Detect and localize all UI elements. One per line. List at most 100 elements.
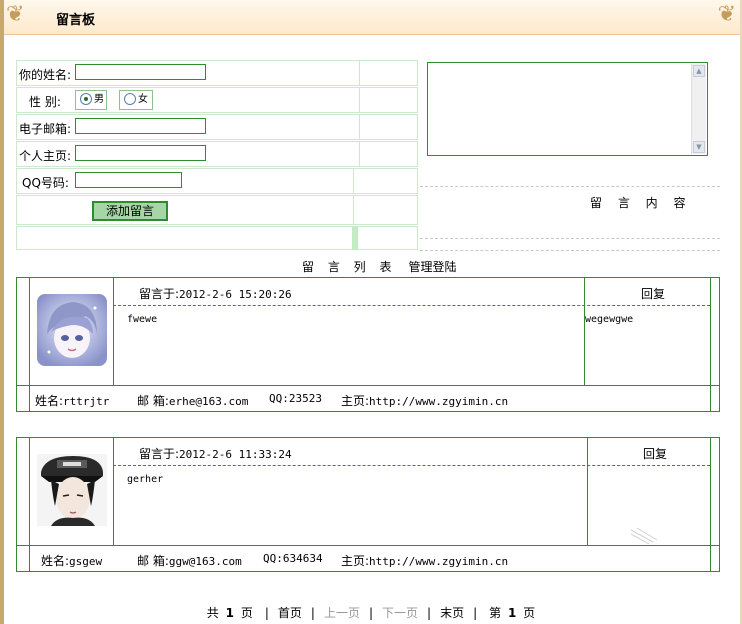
divider-dashed xyxy=(420,250,720,251)
separator: | xyxy=(310,606,315,620)
homepage-label: 个人主页: xyxy=(19,149,72,163)
email-label: 邮 箱: xyxy=(137,394,169,408)
name-input[interactable] xyxy=(75,64,206,80)
qq-input[interactable] xyxy=(75,172,182,188)
email-value: ggw@163.com xyxy=(168,555,242,568)
textarea-scrollbar[interactable]: ▲ ▼ xyxy=(691,64,706,154)
time-value: 2012-2-6 15:20:26 xyxy=(179,288,292,301)
message-homepage: 主页:http://www.zgyimin.cn xyxy=(341,392,508,409)
message-content-label: 留 言 内 容 xyxy=(590,196,692,210)
message-content-textarea[interactable]: ▲ ▼ xyxy=(427,62,708,156)
message-card: 留言于:2012-2-6 11:33:24 回复 gerher 姓名:gsgew… xyxy=(16,437,720,572)
form-row-qq: QQ号码: xyxy=(16,168,418,194)
card-divider xyxy=(113,465,710,466)
message-qq: QQ:634634 xyxy=(263,552,323,565)
scroll-up-icon[interactable]: ▲ xyxy=(693,65,705,77)
divider-dashed xyxy=(420,186,720,187)
prev-page-link[interactable]: 上一页 xyxy=(324,606,360,620)
page-total-prefix: 共 xyxy=(206,606,219,620)
separator: | xyxy=(473,606,478,620)
form-row-name: 你的姓名: xyxy=(16,60,418,86)
cell-divider xyxy=(359,115,361,139)
card-divider xyxy=(113,278,114,385)
author-value: gsgew xyxy=(69,555,103,568)
form-row-submit xyxy=(16,195,418,225)
message-homepage: 主页:http://www.zgyimin.cn xyxy=(341,552,508,569)
homepage-value[interactable]: http://www.zgyimin.cn xyxy=(369,395,508,408)
message-author: 姓名:gsgew xyxy=(41,552,102,569)
author-value: rttrjtr xyxy=(63,395,110,408)
message-email: 邮 箱:erhe@163.com xyxy=(137,392,248,409)
page-total-count: 1 xyxy=(225,606,234,620)
message-list-header: 留 言 列 表管理登陆 xyxy=(302,258,456,275)
pagination: 共 1 页 | 首页 | 上一页 | 下一页 | 末页 | 第 1 页 xyxy=(0,604,742,621)
cell-divider xyxy=(359,88,361,112)
card-divider xyxy=(113,438,114,545)
reply-link[interactable]: 回复 xyxy=(641,285,665,302)
time-value: 2012-2-6 11:33:24 xyxy=(179,448,292,461)
scroll-down-icon[interactable]: ▼ xyxy=(693,141,705,153)
time-label: 留言于: xyxy=(139,447,180,461)
gender-male-label: 男 xyxy=(94,94,104,105)
gender-female-label: 女 xyxy=(138,94,148,105)
page-frame: ❦ 留言板 ❦ 你的姓名: 性 别: 男 女 电子邮箱: 个人主页: QQ号码:… xyxy=(0,0,742,624)
homepage-input[interactable] xyxy=(75,145,206,161)
message-time: 留言于:2012-2-6 15:20:26 xyxy=(139,285,292,302)
homepage-value[interactable]: http://www.zgyimin.cn xyxy=(369,555,508,568)
ornament-right-icon: ❦ xyxy=(717,2,736,27)
card-divider xyxy=(29,438,30,571)
cell-divider xyxy=(353,169,355,193)
name-label: 你的姓名: xyxy=(19,68,72,82)
card-divider xyxy=(17,545,719,546)
message-email: 邮 箱:ggw@163.com xyxy=(137,552,242,569)
card-divider xyxy=(17,385,719,386)
guestbook-form: 你的姓名: 性 别: 男 女 电子邮箱: 个人主页: QQ号码: 添加留言 xyxy=(16,60,418,250)
message-list-title: 留 言 列 表 xyxy=(302,260,397,274)
watermark-scribble-icon xyxy=(630,527,658,545)
left-border xyxy=(0,0,4,624)
radio-unchecked-icon[interactable] xyxy=(124,93,136,105)
gender-female-option[interactable]: 女 xyxy=(119,90,153,110)
cell-divider xyxy=(359,142,361,166)
homepage-label: 主页: xyxy=(341,554,370,568)
page-current-number: 1 xyxy=(507,606,517,620)
gender-label: 性 别: xyxy=(29,95,61,109)
divider-dashed xyxy=(420,238,720,239)
radio-checked-icon[interactable] xyxy=(80,93,92,105)
next-page-link[interactable]: 下一页 xyxy=(382,606,418,620)
page-current-suffix: 页 xyxy=(523,606,536,620)
message-time: 留言于:2012-2-6 11:33:24 xyxy=(139,445,292,462)
email-label: 邮 箱: xyxy=(137,554,169,568)
page-current-prefix: 第 xyxy=(489,606,502,620)
email-label: 电子邮箱: xyxy=(19,122,72,136)
green-accent-bar xyxy=(352,226,358,250)
message-content: gerher xyxy=(127,474,164,485)
separator: | xyxy=(264,606,269,620)
reply-link[interactable]: 回复 xyxy=(643,445,667,462)
email-input[interactable] xyxy=(75,118,206,134)
page-total: 共 1 页 xyxy=(204,606,256,620)
add-message-button[interactable]: 添加留言 xyxy=(92,201,168,221)
message-content: fwewe xyxy=(127,314,158,325)
cell-divider xyxy=(359,61,361,85)
page-title: 留言板 xyxy=(56,13,96,28)
author-label: 姓名: xyxy=(35,394,64,408)
card-divider xyxy=(587,438,588,545)
ornament-left-icon: ❦ xyxy=(6,2,25,27)
card-divider xyxy=(584,278,585,385)
last-page-link[interactable]: 末页 xyxy=(440,606,464,620)
card-divider xyxy=(710,438,711,571)
message-author: 姓名:rttrjtr xyxy=(35,392,109,409)
cell-divider xyxy=(353,196,355,224)
homepage-label: 主页: xyxy=(341,394,370,408)
page-total-unit: 页 xyxy=(240,606,253,620)
card-divider xyxy=(710,278,711,411)
reply-content: wegewgwe xyxy=(585,314,634,325)
gender-male-option[interactable]: 男 xyxy=(75,90,107,110)
admin-login-link[interactable]: 管理登陆 xyxy=(408,260,456,274)
header-bar: ❦ 留言板 ❦ xyxy=(4,0,740,35)
user-avatar-icon xyxy=(37,454,107,526)
message-card: 留言于:2012-2-6 15:20:26 回复 fwewe wegewgwe … xyxy=(16,277,720,412)
first-page-link[interactable]: 首页 xyxy=(278,606,302,620)
qq-label: QQ号码: xyxy=(22,176,69,190)
